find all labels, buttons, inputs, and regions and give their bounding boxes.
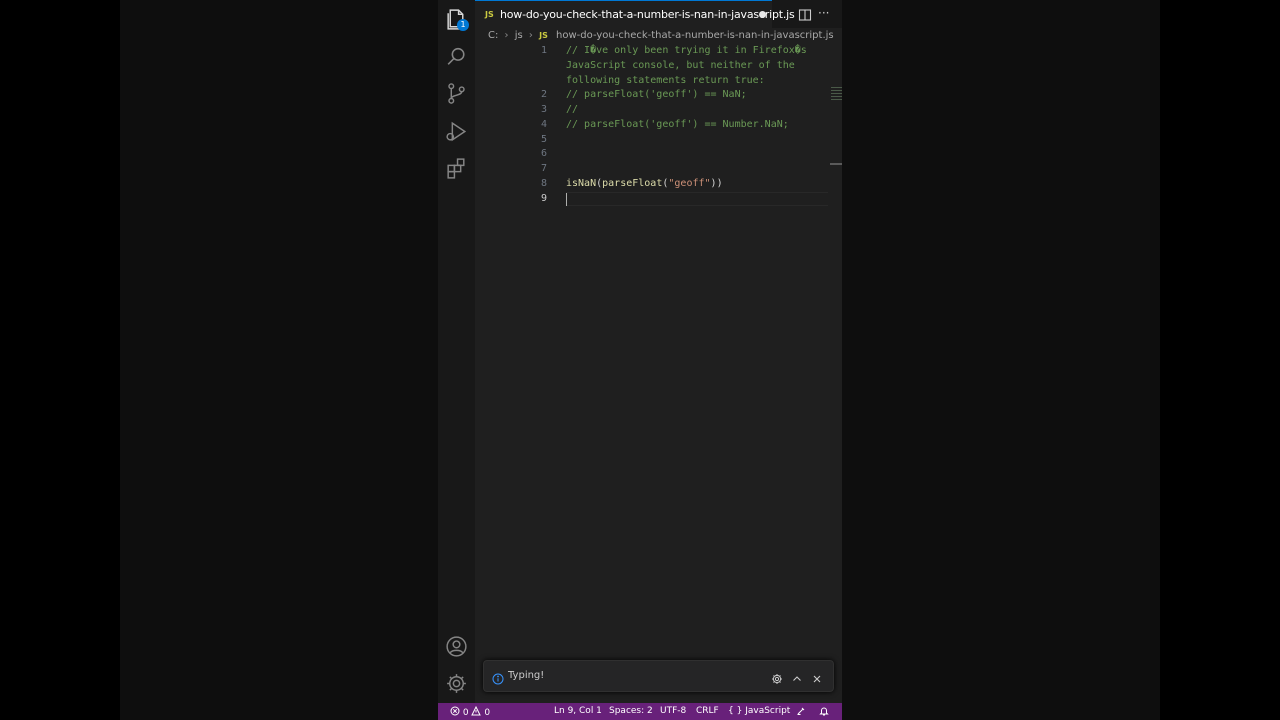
- line-number: 3: [540, 104, 547, 115]
- notification-settings-icon[interactable]: [771, 670, 783, 684]
- cursor-position[interactable]: Ln 9, Col 1: [554, 706, 602, 716]
- line-number: 2: [540, 89, 547, 100]
- code-editor[interactable]: 1 2 3 4 5 6 7 8 9 // I�ve only been tryi…: [475, 44, 842, 659]
- account-icon[interactable]: [444, 634, 469, 659]
- split-editor-icon[interactable]: [798, 7, 812, 21]
- code-line-3: //: [566, 104, 579, 115]
- unsaved-dot-icon[interactable]: [759, 11, 766, 18]
- code-line-1c: following statements return true:: [566, 75, 765, 86]
- language-mode[interactable]: { } JavaScript: [728, 706, 790, 716]
- vscode-window: 1 JS how-do-you-check-that-a-number-is-n…: [438, 0, 842, 720]
- indentation[interactable]: Spaces: 2: [609, 706, 653, 716]
- code-line-4: // parseFloat('geoff') == Number.NaN;: [566, 119, 789, 130]
- breadcrumb-folder[interactable]: js: [515, 30, 523, 41]
- notification-toast: Typing!: [483, 660, 834, 692]
- code-line-2: // parseFloat('geoff') == NaN;: [566, 89, 747, 100]
- activity-bar: 1: [438, 0, 475, 703]
- line-number: 5: [540, 134, 547, 145]
- line-number: 7: [540, 163, 547, 174]
- token-string: "geoff": [668, 178, 711, 189]
- extensions-icon[interactable]: [444, 156, 469, 181]
- warning-icon: [471, 705, 482, 716]
- notification-message: Typing!: [508, 670, 545, 681]
- background-pillar-left: [120, 0, 438, 720]
- language-label: JavaScript: [745, 706, 791, 716]
- background-pillar-right: [842, 0, 1160, 720]
- scrollbar-marker[interactable]: [830, 163, 842, 165]
- close-icon[interactable]: [811, 670, 823, 683]
- breadcrumb-drive[interactable]: C:: [488, 30, 498, 41]
- chevron-right-icon: ›: [504, 30, 509, 41]
- info-icon: [492, 670, 504, 685]
- error-icon: [450, 706, 460, 716]
- gear-icon[interactable]: [444, 671, 469, 696]
- chevron-up-icon[interactable]: [791, 670, 803, 682]
- letterbox-left: [0, 0, 120, 720]
- search-icon[interactable]: [444, 44, 469, 69]
- code-line-1a: // I�ve only been trying it in Firefox�s: [566, 45, 807, 56]
- line-number: 4: [540, 119, 547, 130]
- token-isnan: isNaN: [566, 178, 597, 189]
- error-count: 0: [462, 708, 469, 718]
- minimap[interactable]: [831, 87, 842, 107]
- code-line-8: isNaN(parseFloat("geoff")): [566, 178, 723, 189]
- tab-bar: JS how-do-you-check-that-a-number-is-nan…: [475, 0, 842, 28]
- source-control-icon[interactable]: [444, 81, 469, 106]
- js-file-icon: JS: [485, 10, 494, 19]
- run-debug-icon[interactable]: [444, 119, 469, 144]
- line-number: 1: [540, 45, 547, 56]
- chevron-right-icon: ›: [528, 30, 533, 41]
- end-of-line[interactable]: CRLF: [696, 706, 719, 716]
- status-bar: 0 0 Ln 9, Col 1 Spaces: 2 UTF-8 CRLF { }…: [438, 703, 842, 720]
- code-line-1b: JavaScript console, but neither of the: [566, 60, 795, 71]
- line-number: 6: [540, 148, 547, 159]
- js-file-icon: JS: [539, 31, 548, 40]
- feedback-icon[interactable]: [796, 706, 806, 718]
- more-actions-icon[interactable]: ···: [818, 7, 832, 21]
- bell-icon[interactable]: [819, 706, 829, 718]
- braces-icon: { }: [728, 706, 743, 716]
- warning-count: 0: [484, 708, 491, 718]
- token-parsefloat: parseFloat: [602, 178, 663, 189]
- letterbox-right: [1160, 0, 1280, 720]
- explorer-badge: 1: [457, 19, 469, 31]
- encoding[interactable]: UTF-8: [660, 706, 686, 716]
- breadcrumb-file[interactable]: how-do-you-check-that-a-number-is-nan-in…: [556, 30, 834, 41]
- tab-active-file[interactable]: JS how-do-you-check-that-a-number-is-nan…: [475, 0, 795, 28]
- breadcrumb: C: › js › JS how-do-you-check-that-a-num…: [488, 30, 834, 44]
- line-number-current: 9: [540, 193, 547, 204]
- token-paren: )): [710, 178, 723, 189]
- problems-indicator[interactable]: 0 0: [450, 705, 491, 718]
- current-line-highlight: [566, 192, 828, 206]
- line-number: 8: [540, 178, 547, 189]
- files-icon[interactable]: 1: [444, 7, 469, 32]
- text-caret: [566, 193, 567, 206]
- tab-title: how-do-you-check-that-a-number-is-nan-in…: [500, 8, 795, 21]
